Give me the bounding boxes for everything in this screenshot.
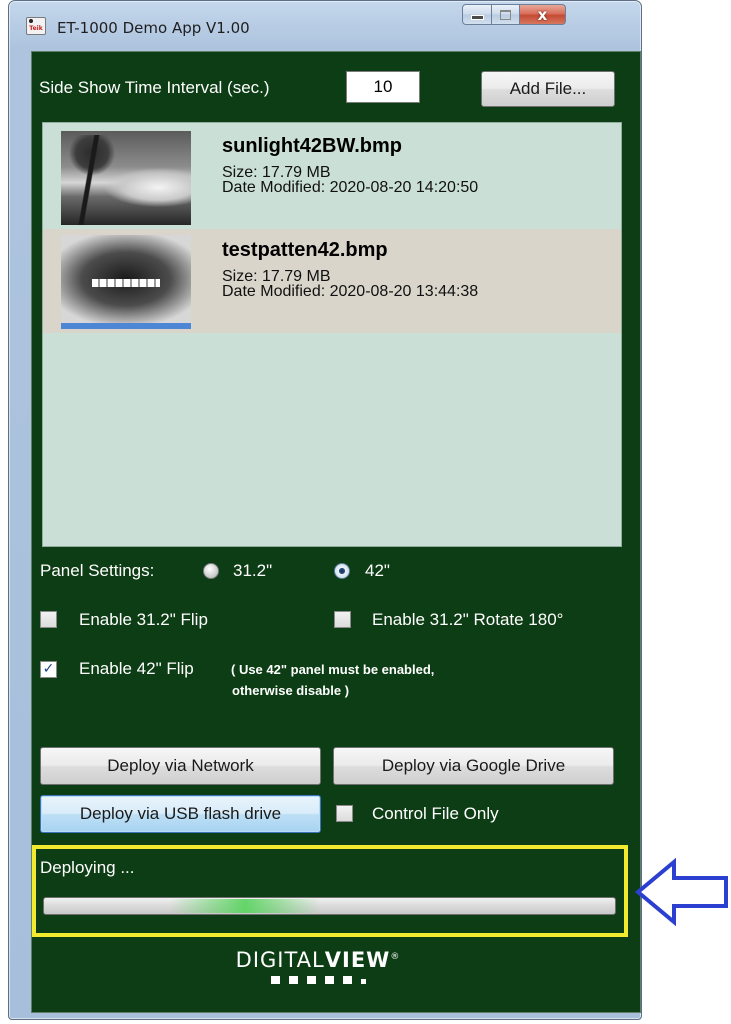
maximize-button[interactable] xyxy=(492,4,520,25)
file-thumbnail xyxy=(61,131,191,225)
app-window: Teik ET-1000 Demo App V1.00 x Side Show … xyxy=(8,0,642,1020)
panel-31-label[interactable]: 31.2" xyxy=(233,561,272,581)
panel-42-label[interactable]: 42" xyxy=(365,561,390,581)
file-name: sunlight42BW.bmp xyxy=(222,135,402,157)
flip-31-checkbox[interactable] xyxy=(40,611,57,628)
deploy-usb-button[interactable]: Deploy via USB flash drive xyxy=(40,795,321,833)
annotation-arrow-icon xyxy=(634,857,728,927)
panel-31-radio[interactable] xyxy=(203,563,219,579)
test-pattern-bar xyxy=(92,279,160,287)
control-file-only-label[interactable]: Control File Only xyxy=(372,804,499,824)
minimize-icon xyxy=(470,15,484,20)
close-icon: x xyxy=(537,5,548,24)
progress-highlight-frame: Deploying ... xyxy=(32,845,628,937)
title-bar[interactable]: Teik ET-1000 Demo App V1.00 x xyxy=(9,1,641,51)
file-row-selected[interactable]: testpatten42.bmp Size: 17.79 MB Date Mod… xyxy=(43,229,621,333)
panel-settings-label: Panel Settings: xyxy=(40,561,155,580)
add-file-button[interactable]: Add File... xyxy=(481,71,615,107)
file-thumbnail xyxy=(61,235,191,329)
rotate-31-checkbox[interactable] xyxy=(334,611,351,628)
file-date: Date Modified: 2020-08-20 13:44:38 xyxy=(222,283,479,300)
file-name: testpatten42.bmp xyxy=(222,239,388,261)
flip-42-checkbox[interactable]: ✓ xyxy=(40,661,57,678)
flip-42-note-continued: otherwise disable ) xyxy=(232,683,350,698)
main-panel: Side Show Time Interval (sec.) Add File.… xyxy=(31,51,641,1013)
interval-input[interactable] xyxy=(346,71,420,103)
file-row[interactable]: sunlight42BW.bmp Size: 17.79 MB Date Mod… xyxy=(43,125,621,229)
flip-42-note: ( Use 42" panel must be enabled, xyxy=(231,662,435,677)
flip-31-label[interactable]: Enable 31.2" Flip xyxy=(79,610,208,630)
interval-label: Side Show Time Interval (sec.) xyxy=(39,78,270,97)
deploy-network-button[interactable]: Deploy via Network xyxy=(40,747,321,785)
minimize-button[interactable] xyxy=(462,4,492,25)
progress-bar xyxy=(43,897,616,915)
close-button[interactable]: x xyxy=(520,4,566,25)
app-icon: Teik xyxy=(26,17,46,35)
window-title: ET-1000 Demo App V1.00 xyxy=(57,19,250,37)
rotate-31-label[interactable]: Enable 31.2" Rotate 180° xyxy=(372,610,563,630)
file-date: Date Modified: 2020-08-20 14:20:50 xyxy=(222,179,479,196)
progress-status: Deploying ... xyxy=(40,858,135,877)
digitalview-logo: DIGITALVIEW® xyxy=(228,948,408,984)
control-file-only-checkbox[interactable] xyxy=(336,805,353,822)
maximize-icon xyxy=(500,9,511,20)
progress-bar-glow xyxy=(170,899,320,913)
checkmark-icon: ✓ xyxy=(42,661,55,677)
flip-42-label[interactable]: Enable 42" Flip xyxy=(79,659,194,679)
panel-42-radio[interactable] xyxy=(334,563,350,579)
file-list[interactable]: sunlight42BW.bmp Size: 17.79 MB Date Mod… xyxy=(42,122,622,547)
deploy-google-drive-button[interactable]: Deploy via Google Drive xyxy=(333,747,614,785)
